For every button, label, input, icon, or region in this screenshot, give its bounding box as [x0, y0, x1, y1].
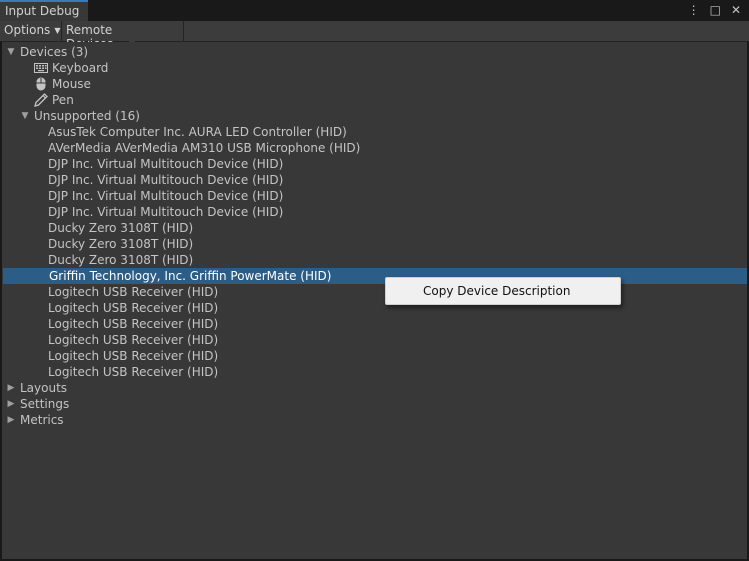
tree-item-device-label: Pen	[52, 93, 74, 107]
tree-item-unsupported[interactable]: ▼ Unsupported (16)	[2, 108, 747, 124]
tree-item-unsupported-device-label: AVerMedia AVerMedia AM310 USB Microphone…	[48, 141, 361, 155]
tree-item-unsupported-device-label: Logitech USB Receiver (HID)	[48, 285, 219, 299]
tree-item-unsupported-device[interactable]: Logitech USB Receiver (HID)	[2, 364, 747, 380]
copy-device-description-item[interactable]: Copy Device Description	[386, 278, 620, 304]
tree-item-device-label: Keyboard	[52, 61, 109, 75]
expand-arrow-icon[interactable]: ▼	[20, 108, 30, 124]
tree-item-unsupported-device[interactable]: DJP Inc. Virtual Multitouch Device (HID)	[2, 172, 747, 188]
tab-bar: Input Debug ⋮ □ ✕	[0, 0, 749, 21]
tree-item-unsupported-device[interactable]: Logitech USB Receiver (HID)	[2, 348, 747, 364]
collapse-arrow-icon[interactable]: ▶	[6, 380, 16, 396]
tree-item-metrics-label: Metrics	[20, 413, 64, 427]
maximize-icon[interactable]: □	[710, 2, 721, 18]
tree-item-unsupported-device[interactable]: Griffin Technology, Inc. Griffin PowerMa…	[3, 268, 747, 284]
tree-item-unsupported-device-label: Logitech USB Receiver (HID)	[48, 317, 219, 331]
pen-icon	[34, 93, 48, 107]
tab-input-debug[interactable]: Input Debug	[0, 0, 88, 21]
tree-item-unsupported-device-label: Logitech USB Receiver (HID)	[48, 349, 219, 363]
toolbar: Options▼ Remote Devices...▼	[0, 21, 749, 51]
tree-item-unsupported-device-label: DJP Inc. Virtual Multitouch Device (HID)	[48, 157, 284, 171]
tree-item-unsupported-device[interactable]: DJP Inc. Virtual Multitouch Device (HID)	[2, 204, 747, 220]
dropdown-caret-icon: ▼	[54, 26, 61, 35]
tree-item-unsupported-device[interactable]: Logitech USB Receiver (HID)	[2, 332, 747, 348]
tree-item-unsupported-device[interactable]: DJP Inc. Virtual Multitouch Device (HID)	[2, 188, 747, 204]
tree-item-unsupported-device-label: Griffin Technology, Inc. Griffin PowerMa…	[49, 269, 332, 283]
tree-item-device[interactable]: Keyboard	[2, 60, 747, 76]
tree-item-unsupported-device[interactable]: Logitech USB Receiver (HID)	[2, 284, 747, 300]
tree-item-unsupported-label: Unsupported (16)	[34, 109, 140, 123]
window-controls: ⋮ □ ✕	[688, 2, 741, 18]
tree-item-settings[interactable]: ▶ Settings	[2, 396, 747, 412]
close-icon[interactable]: ✕	[731, 2, 741, 18]
tree-item-unsupported-device-label: Logitech USB Receiver (HID)	[48, 365, 219, 379]
tree-item-unsupported-device[interactable]: Logitech USB Receiver (HID)	[2, 300, 747, 316]
collapse-arrow-icon[interactable]: ▶	[6, 396, 16, 412]
tree-item-unsupported-device-label: Ducky Zero 3108T (HID)	[48, 221, 194, 235]
device-tree: ▼ Devices (3) Keyboard Mouse Pen ▼ Unsupported…	[2, 42, 747, 559]
keyboard-icon	[34, 61, 48, 75]
tree-item-metrics[interactable]: ▶ Metrics	[2, 412, 747, 428]
tree-item-unsupported-device-label: AsusTek Computer Inc. AURA LED Controlle…	[48, 125, 347, 139]
tree-item-devices-label: Devices (3)	[20, 45, 89, 59]
tree-item-unsupported-device[interactable]: Logitech USB Receiver (HID)	[2, 316, 747, 332]
expand-arrow-icon[interactable]: ▼	[6, 44, 16, 60]
tree-item-unsupported-device-label: Logitech USB Receiver (HID)	[48, 301, 219, 315]
tree-item-unsupported-device[interactable]: Ducky Zero 3108T (HID)	[2, 252, 747, 268]
kebab-menu-icon[interactable]: ⋮	[688, 2, 700, 18]
window-border-left	[0, 42, 2, 561]
context-menu: Copy Device Description	[385, 277, 621, 305]
tree-item-unsupported-device-label: Ducky Zero 3108T (HID)	[48, 253, 194, 267]
tree-item-device-label: Mouse	[52, 77, 91, 91]
tree-item-unsupported-device-label: Logitech USB Receiver (HID)	[48, 333, 219, 347]
tree-item-devices[interactable]: ▼ Devices (3)	[2, 44, 747, 60]
tree-item-unsupported-device[interactable]: AVerMedia AVerMedia AM310 USB Microphone…	[2, 140, 747, 156]
tree-item-unsupported-device[interactable]: DJP Inc. Virtual Multitouch Device (HID)	[2, 156, 747, 172]
options-label: Options	[4, 23, 51, 37]
tree-item-unsupported-device-label: DJP Inc. Virtual Multitouch Device (HID)	[48, 189, 284, 203]
tree-item-unsupported-device-label: Ducky Zero 3108T (HID)	[48, 237, 194, 251]
tree-item-unsupported-device[interactable]: Ducky Zero 3108T (HID)	[2, 220, 747, 236]
tab-title: Input Debug	[5, 4, 80, 18]
mouse-icon	[34, 77, 48, 91]
tree-item-unsupported-device[interactable]: Ducky Zero 3108T (HID)	[2, 236, 747, 252]
remote-devices-dropdown[interactable]: Remote Devices...▼	[62, 21, 184, 51]
collapse-arrow-icon[interactable]: ▶	[6, 412, 16, 428]
tree-item-unsupported-device-label: DJP Inc. Virtual Multitouch Device (HID)	[48, 205, 284, 219]
tree-item-device[interactable]: Pen	[2, 92, 747, 108]
tree-item-settings-label: Settings	[20, 397, 70, 411]
tree-item-unsupported-device[interactable]: AsusTek Computer Inc. AURA LED Controlle…	[2, 124, 747, 140]
tree-item-unsupported-device-label: DJP Inc. Virtual Multitouch Device (HID)	[48, 173, 284, 187]
tree-item-layouts-label: Layouts	[20, 381, 68, 395]
tree-item-layouts[interactable]: ▶ Layouts	[2, 380, 747, 396]
options-dropdown[interactable]: Options ▼	[0, 21, 62, 41]
tree-item-device[interactable]: Mouse	[2, 76, 747, 92]
